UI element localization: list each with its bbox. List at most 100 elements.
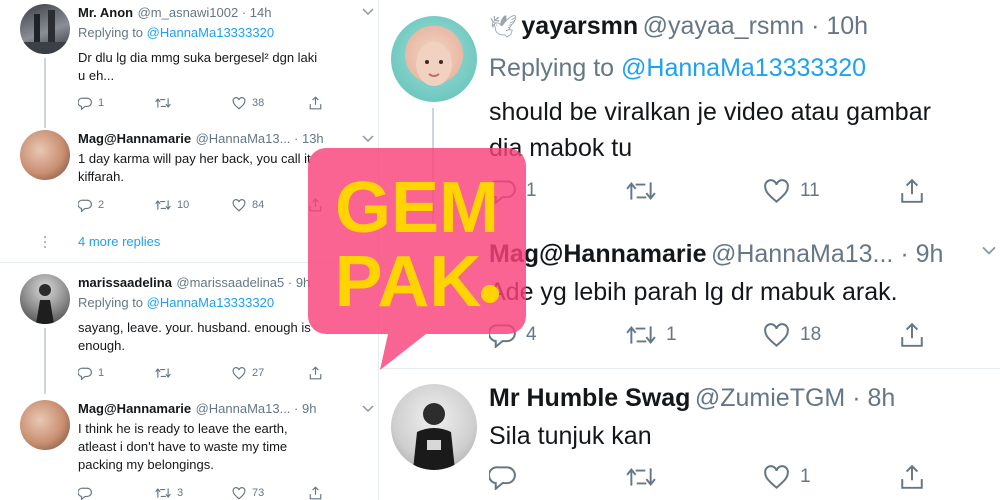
like-button[interactable]: 73 [232, 486, 309, 500]
thread-line [432, 108, 434, 228]
chevron-down-icon[interactable] [362, 401, 374, 419]
tweet-mr-anon[interactable]: Mr. Anon @m_asnawi1002 · 14h Replying to… [0, 0, 378, 128]
reply-button[interactable]: 4 [489, 323, 626, 348]
retweet-button[interactable]: 1 [626, 324, 763, 346]
like-icon [232, 366, 246, 380]
display-name[interactable]: Mag@Hannamarie [78, 131, 191, 146]
like-button[interactable]: 84 [232, 198, 309, 212]
replying-to: Replying to @HannaMa13333320 [78, 295, 275, 310]
reply-icon [78, 367, 92, 380]
display-name[interactable]: yayarsmn [521, 12, 638, 40]
handle[interactable]: @m_asnawi1002 · 14h [138, 5, 272, 20]
tweet-text: 1 day karma will pay her back, you call … [78, 151, 311, 184]
avatar[interactable] [20, 274, 70, 324]
share-button[interactable] [900, 322, 1000, 348]
display-name[interactable]: marissaadelina [78, 275, 172, 290]
tweet-marissaadelina[interactable]: marissaadelina @marissaadelina5 · 9h Rep… [0, 272, 378, 394]
reply-icon [78, 199, 92, 212]
avatar[interactable] [391, 16, 477, 102]
share-button[interactable] [900, 464, 1000, 490]
retweet-button[interactable] [155, 367, 232, 379]
retweet-button[interactable] [626, 180, 763, 202]
retweet-icon [155, 200, 171, 210]
like-icon [232, 96, 246, 110]
retweet-button[interactable]: 3 [155, 487, 232, 499]
share-icon [901, 464, 923, 489]
reply-button[interactable]: 2 [78, 199, 155, 212]
mention-link[interactable]: @HannaMa13333320 [621, 54, 866, 82]
retweet-button[interactable]: 10 [155, 199, 232, 211]
like-button[interactable]: 27 [232, 366, 309, 380]
handle[interactable]: @yayaa_rsmn · 10h [643, 12, 868, 40]
share-button[interactable] [900, 178, 1000, 204]
tweet-mr-humble-swag[interactable]: Mr Humble Swag @ZumieTGM · 8h Sila tunju… [379, 372, 1000, 500]
handle[interactable]: @ZumieTGM · 8h [695, 384, 895, 412]
share-icon [309, 198, 322, 212]
retweet-button[interactable] [155, 97, 232, 109]
retweet-icon [155, 368, 171, 378]
retweet-icon [626, 325, 656, 345]
tweet-mag-hannamarie[interactable]: Mag@Hannamarie @HannaMa13... · 13h 1 day… [0, 128, 378, 223]
retweet-icon [155, 98, 171, 108]
tweet-actions: 1 11 [489, 178, 1000, 204]
divider [379, 368, 1000, 369]
like-icon [232, 486, 246, 500]
tweet-actions: 2 10 84 [78, 198, 378, 212]
like-icon [764, 322, 789, 347]
like-icon [764, 178, 789, 203]
share-button[interactable] [309, 366, 378, 380]
like-button[interactable]: 1 [763, 464, 900, 490]
replying-to: Replying to @HannaMa13333320 [78, 25, 275, 40]
share-button[interactable] [309, 198, 378, 212]
tweet-actions: 3 73 [78, 486, 378, 500]
tweet-text: Ade yg lebih parah lg dr mabuk arak. [489, 278, 898, 306]
more-replies-link[interactable]: 4 more replies [78, 234, 160, 249]
avatar[interactable] [20, 400, 70, 450]
tweet-mag-hannamarie-right[interactable]: Mag@Hannamarie @HannaMa13... · 9h Ade yg… [379, 234, 1000, 364]
avatar[interactable] [20, 4, 70, 54]
retweet-icon [626, 467, 656, 487]
left-thread-panel: Mr. Anon @m_asnawi1002 · 14h Replying to… [0, 0, 378, 500]
tweet-mag-hannamarie-2[interactable]: Mag@Hannamarie @HannaMa13... · 9h I thin… [0, 400, 378, 500]
reply-button[interactable] [78, 487, 155, 500]
reply-button[interactable]: 1 [489, 179, 626, 204]
mention-link[interactable]: @HannaMa13333320 [147, 25, 274, 40]
chevron-down-icon[interactable] [981, 244, 997, 262]
handle[interactable]: @marissaadelina5 · 9h [176, 275, 310, 290]
handle[interactable]: @HannaMa13... · 9h [711, 240, 943, 268]
reply-icon [78, 97, 92, 110]
chevron-down-icon[interactable] [362, 4, 374, 22]
handle[interactable]: @HannaMa13... · 13h [196, 131, 324, 146]
tweet-actions: 1 [489, 464, 1000, 490]
tweet-actions: 4 1 18 [489, 322, 1000, 348]
chevron-down-icon[interactable] [362, 131, 374, 149]
divider [0, 262, 378, 263]
display-name[interactable]: Mr. Anon [78, 5, 133, 20]
dove-emoji-icon: 🕊 [489, 14, 517, 39]
share-button[interactable] [309, 96, 378, 110]
reply-button[interactable]: 1 [78, 367, 155, 380]
share-button[interactable] [309, 486, 378, 500]
reply-button[interactable]: 1 [78, 97, 155, 110]
like-button[interactable]: 11 [763, 178, 900, 204]
display-name[interactable]: Mr Humble Swag [489, 384, 690, 412]
retweet-icon [626, 181, 656, 201]
retweet-button[interactable] [626, 466, 763, 488]
tweet-yayarsmn[interactable]: 🕊 yayarsmn @yayaa_rsmn · 10h Replying to… [379, 0, 1000, 228]
share-icon [309, 486, 322, 500]
reply-button[interactable] [489, 465, 626, 490]
like-button[interactable]: 38 [232, 96, 309, 110]
avatar[interactable] [20, 130, 70, 180]
tweet-text: Sila tunjuk kan [489, 422, 652, 450]
tweet-text: should be viralkan je video atau gambar … [489, 98, 931, 162]
avatar[interactable] [391, 384, 477, 470]
display-name[interactable]: Mag@Hannamarie [489, 240, 707, 268]
thread-dots [44, 236, 47, 251]
reply-icon [78, 487, 92, 500]
display-name[interactable]: Mag@Hannamarie [78, 401, 191, 416]
thread-line [44, 328, 46, 394]
tweet-text: I think he is ready to leave the earth, … [78, 421, 288, 472]
handle[interactable]: @HannaMa13... · 9h [196, 401, 317, 416]
mention-link[interactable]: @HannaMa13333320 [147, 295, 274, 310]
like-button[interactable]: 18 [763, 322, 900, 348]
